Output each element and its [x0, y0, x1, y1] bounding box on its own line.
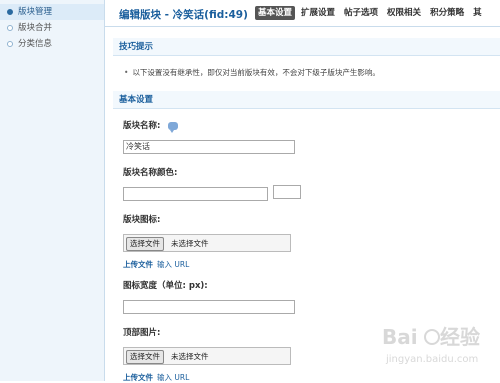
forum-name-label: 版块名称: — [123, 119, 179, 133]
upload-file-link[interactable]: 上传文件 — [123, 260, 153, 269]
banner-image-source-links: 上传文件 输入 URL — [123, 372, 189, 383]
choose-file-button[interactable]: 选择文件 — [126, 237, 164, 251]
sidebar-item-label: 分类信息 — [18, 39, 53, 49]
forum-name-color-label: 版块名称颜色: — [123, 168, 178, 178]
file-status: 未选择文件 — [171, 239, 209, 248]
banner-image-label: 顶部图片: — [123, 328, 161, 338]
icon-width-label: 图标宽度（单位: px): — [123, 281, 208, 291]
input-url-link[interactable]: 输入 URL — [157, 260, 189, 269]
forum-icon-file-input[interactable]: 选择文件 未选择文件 — [123, 234, 291, 252]
forum-icon-label: 版块图标: — [123, 215, 161, 225]
bullet-icon — [7, 41, 13, 47]
sidebar: 版块管理 版块合并 分类信息 — [0, 0, 105, 381]
sidebar-item-forum-manage[interactable]: 版块管理 — [0, 4, 104, 20]
svg-text:jingyan.baidu.com: jingyan.baidu.com — [385, 354, 478, 365]
svg-text:Bai: Bai — [382, 325, 418, 349]
sidebar-item-category-info[interactable]: 分类信息 — [0, 36, 104, 52]
sidebar-item-label: 版块管理 — [18, 7, 53, 17]
svg-text:经验: 经验 — [440, 325, 480, 349]
forum-name-color-input[interactable] — [123, 187, 268, 201]
choose-file-button[interactable]: 选择文件 — [126, 350, 164, 364]
forum-name-input[interactable]: 冷笑话 — [123, 140, 295, 154]
baidu-jingyan-watermark: Bai 经验 jingyan.baidu.com — [382, 325, 480, 365]
forum-icon-source-links: 上传文件 输入 URL — [123, 259, 189, 270]
basic-settings-heading: 基本设置 — [113, 91, 500, 109]
bullet-icon — [7, 9, 13, 15]
icon-width-input[interactable] — [123, 300, 295, 314]
forum-name-label-text: 版块名称: — [123, 121, 161, 131]
bullet-icon — [7, 25, 13, 31]
sidebar-item-label: 版块合并 — [18, 23, 53, 33]
help-bubble-icon[interactable] — [168, 121, 179, 133]
banner-image-file-input[interactable]: 选择文件 未选择文件 — [123, 347, 291, 365]
file-status: 未选择文件 — [171, 352, 209, 361]
color-picker-swatch[interactable] — [273, 185, 301, 199]
sidebar-item-forum-merge[interactable]: 版块合并 — [0, 20, 104, 36]
